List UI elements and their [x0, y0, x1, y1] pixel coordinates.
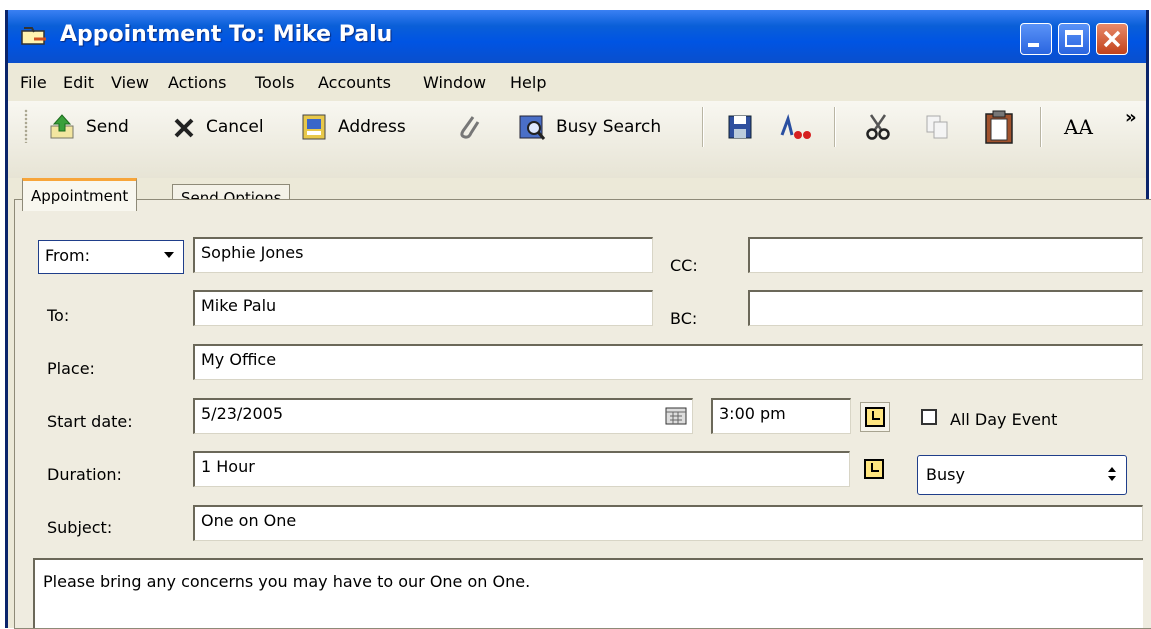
menu-window[interactable]: Window	[423, 73, 486, 92]
menu-edit[interactable]: Edit	[63, 73, 94, 92]
cancel-icon	[172, 113, 196, 141]
cc-label: CC:	[670, 256, 698, 275]
send-button[interactable]: Send	[48, 111, 129, 143]
busy-search-button[interactable]: Busy Search	[518, 111, 661, 143]
bc-field[interactable]	[748, 290, 1143, 326]
toolbar-grip[interactable]	[24, 109, 28, 143]
menu-help[interactable]: Help	[510, 73, 546, 92]
cancel-label: Cancel	[206, 117, 264, 137]
save-button[interactable]	[726, 111, 764, 143]
window-title: Appointment To: Mike Palu	[60, 22, 393, 47]
time-picker-button[interactable]	[860, 402, 890, 432]
place-label: Place:	[47, 359, 95, 378]
chevron-right-double-icon: »	[1125, 106, 1137, 128]
clipboard-icon	[983, 110, 1015, 144]
floppy-disk-icon	[726, 113, 754, 141]
duration-field[interactable]: 1 Hour	[193, 451, 850, 487]
send-icon	[48, 113, 76, 141]
place-field[interactable]: My Office	[193, 344, 1143, 380]
tab-appointment-label: Appointment	[31, 187, 129, 205]
chevron-down-icon	[163, 247, 175, 267]
show-as-dropdown[interactable]: Busy	[917, 455, 1127, 495]
menu-bar: File Edit View Actions Tools Accounts Wi…	[8, 63, 1146, 102]
scissors-icon	[864, 113, 892, 141]
address-label: Address	[338, 117, 406, 137]
tab-appointment[interactable]: Appointment	[22, 178, 138, 211]
copy-button[interactable]	[923, 111, 961, 143]
toolbar-separator	[834, 107, 836, 147]
font-icon: AA	[1064, 115, 1093, 139]
from-dropdown[interactable]: From:	[38, 240, 184, 274]
clock-icon	[865, 407, 885, 427]
duration-label: Duration:	[47, 465, 122, 484]
to-field[interactable]: Mike Palu	[193, 290, 653, 326]
paste-button[interactable]	[983, 110, 1025, 144]
up-down-arrows-icon	[1106, 464, 1118, 488]
bc-label: BC:	[670, 309, 698, 328]
cc-field[interactable]	[748, 237, 1143, 273]
paperclip-icon	[455, 113, 483, 141]
menu-accounts[interactable]: Accounts	[318, 73, 391, 92]
all-day-checkbox[interactable]	[921, 409, 937, 425]
menu-tools[interactable]: Tools	[255, 73, 294, 92]
busy-search-icon	[518, 113, 546, 141]
show-as-value: Busy	[926, 465, 965, 484]
font-button[interactable]: AA	[1064, 111, 1093, 143]
from-label: From:	[45, 246, 91, 265]
message-body[interactable]: Please bring any concerns you may have t…	[33, 558, 1143, 628]
menu-actions[interactable]: Actions	[168, 73, 226, 92]
menu-file[interactable]: File	[20, 73, 47, 92]
minimize-button[interactable]	[1020, 23, 1052, 55]
spell-check-button[interactable]	[778, 111, 822, 143]
menu-view[interactable]: View	[111, 73, 149, 92]
calendar-icon[interactable]	[665, 407, 687, 429]
toolbar-separator	[1040, 107, 1042, 147]
start-time-field[interactable]: 3:00 pm	[711, 398, 851, 434]
cancel-button[interactable]: Cancel	[172, 111, 264, 143]
maximize-button[interactable]	[1058, 23, 1090, 55]
close-button[interactable]	[1096, 23, 1128, 55]
attach-button[interactable]	[455, 111, 493, 143]
subject-label: Subject:	[47, 518, 113, 537]
toolbar-overflow-button[interactable]: »	[1125, 101, 1137, 133]
address-book-icon	[300, 113, 328, 141]
from-field[interactable]: Sophie Jones	[193, 237, 653, 273]
copy-icon	[923, 113, 951, 141]
send-label: Send	[86, 117, 129, 137]
start-date-value: 5/23/2005	[201, 404, 284, 423]
subject-field[interactable]: One on One	[193, 505, 1143, 541]
spell-check-icon	[778, 113, 812, 141]
toolbar-separator	[702, 107, 704, 147]
title-bar[interactable]: Appointment To: Mike Palu	[8, 10, 1146, 63]
appointment-icon	[20, 25, 50, 47]
duration-picker-button[interactable]	[860, 455, 890, 485]
to-label-text: To:	[47, 306, 70, 325]
cut-button[interactable]	[864, 111, 902, 143]
start-date-label: Start date:	[47, 412, 133, 431]
clock-icon	[864, 459, 884, 479]
address-book-button[interactable]: Address	[300, 111, 406, 143]
to-label: To:	[47, 306, 69, 325]
busy-search-label: Busy Search	[556, 117, 662, 137]
all-day-label: All Day Event	[950, 410, 1058, 429]
toolbar: Send Cancel Address Busy Search AA »	[8, 101, 1146, 178]
start-date-field[interactable]: 5/23/2005	[193, 398, 693, 434]
